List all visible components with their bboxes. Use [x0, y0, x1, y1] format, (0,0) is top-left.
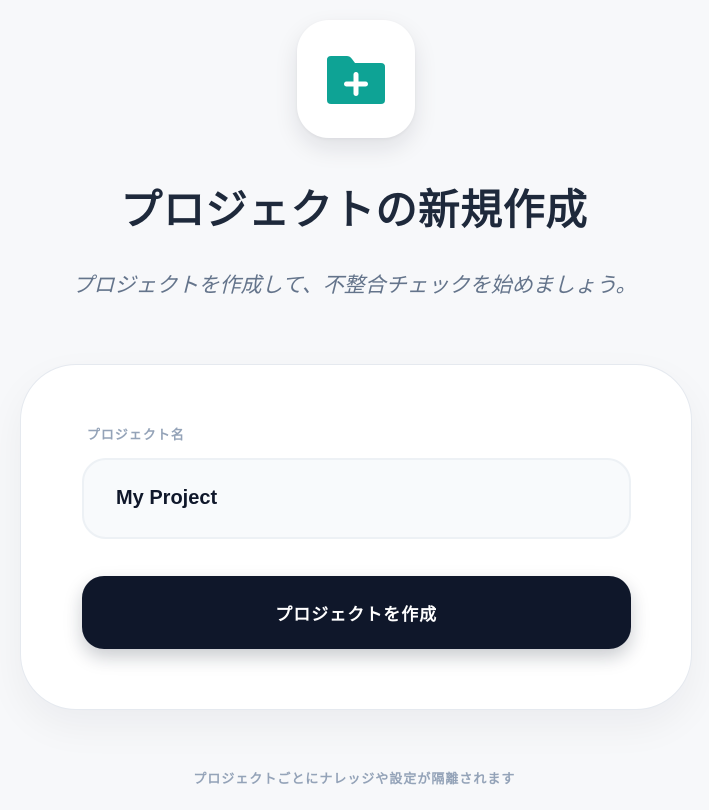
project-icon-tile [297, 20, 415, 138]
folder-plus-icon [325, 52, 387, 106]
create-project-page: プロジェクトの新規作成 プロジェクトを作成して、不整合チェックを始めましょう。 … [0, 0, 709, 810]
create-project-button[interactable]: プロジェクトを作成 [82, 576, 631, 649]
page-subtitle: プロジェクトを作成して、不整合チェックを始めましょう。 [72, 273, 637, 297]
project-name-label: プロジェクト名 [87, 428, 186, 443]
project-name-input[interactable] [82, 458, 631, 539]
footer-note: プロジェクトごとにナレッジや設定が隔離されます [193, 772, 516, 787]
create-project-card: プロジェクト名 プロジェクトを作成 [20, 364, 692, 710]
page-title: プロジェクトの新規作成 [120, 185, 589, 234]
